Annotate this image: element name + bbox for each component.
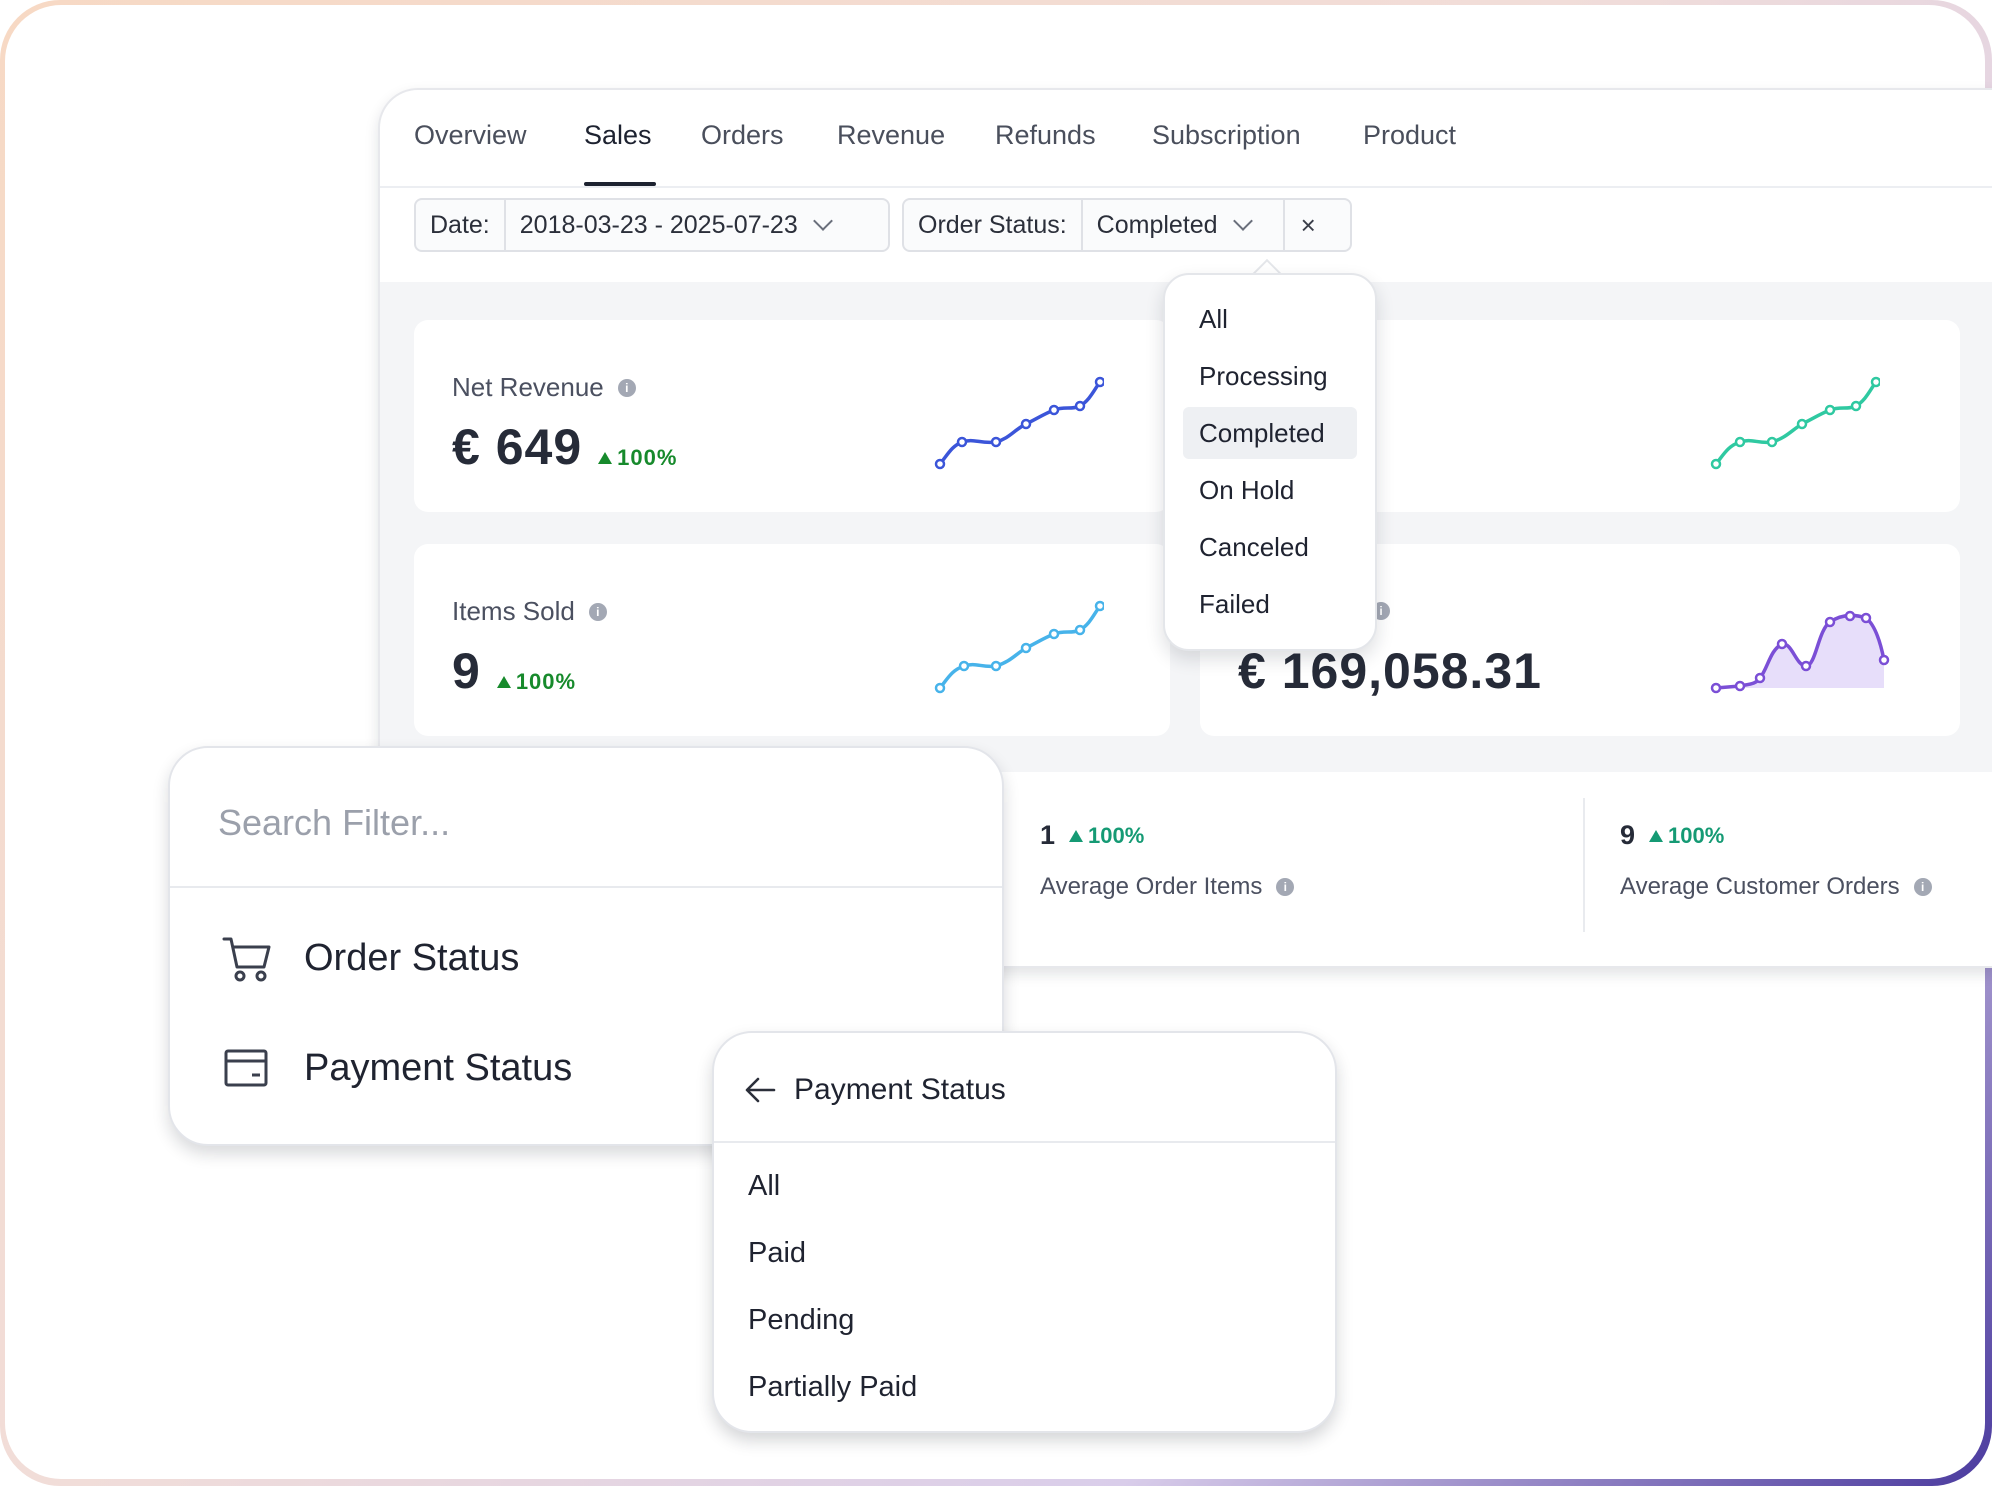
mini-stat-label-wrap: Average Order Items i [1040, 873, 1295, 901]
mini-stat-value: 1 [1040, 820, 1056, 850]
date-filter-value-wrap: 2018-03-23 - 2025-07-23 [503, 200, 844, 250]
date-filter[interactable]: Date: 2018-03-23 - 2025-07-23 [414, 198, 890, 252]
delta-value: 100% [515, 669, 577, 694]
chevron-down-icon [1232, 211, 1253, 231]
stat-card-value: 9 [452, 643, 481, 699]
delta-value: 100% [1668, 822, 1725, 848]
tab-revenue[interactable]: Revenue [837, 120, 945, 151]
stat-card-items-sold: Items Sold i 9 100% [414, 544, 1170, 736]
filter-option-label: Order Status [304, 936, 520, 979]
divider [1583, 798, 1585, 932]
order-status-filter-value-wrap[interactable]: Completed [1080, 200, 1283, 250]
payment-status-option-partially-paid[interactable]: Partially Paid [748, 1371, 917, 1404]
stat-card-label: Items Sold [452, 596, 575, 626]
active-tab-indicator [584, 182, 656, 186]
order-status-option-completed[interactable]: Completed [1183, 407, 1357, 459]
tab-sales[interactable]: Sales [584, 120, 652, 151]
order-status-option-failed[interactable]: Failed [1183, 578, 1357, 630]
payment-status-option-pending[interactable]: Pending [748, 1304, 854, 1337]
payment-status-option-all[interactable]: All [748, 1170, 780, 1203]
order-status-option-processing[interactable]: Processing [1183, 350, 1357, 402]
clear-filter-button[interactable]: × [1282, 200, 1332, 250]
stat-card-label: Net Revenue [452, 372, 604, 402]
tab-orders[interactable]: Orders [701, 120, 784, 151]
order-status-filter-label: Order Status: [918, 210, 1067, 239]
stat-card-label-wrap: Items Sold i [452, 596, 607, 627]
tab-refunds[interactable]: Refunds [995, 120, 1096, 151]
mini-stat-value-wrap: 1 100% [1040, 820, 1294, 851]
back-arrow-icon[interactable] [744, 1076, 776, 1104]
stat-card-net-revenue: Net Revenue i € 649 100% [414, 320, 1170, 512]
filter-option-order-status[interactable]: Order Status [220, 928, 519, 988]
payment-status-title: Payment Status [794, 1073, 1006, 1106]
filter-option-payment-status[interactable]: Payment Status [220, 1038, 572, 1098]
sparkline-items-sold [934, 600, 1104, 694]
delta-value: 100% [617, 445, 678, 470]
delta-badge: 100% [1649, 823, 1724, 849]
trend-up-icon [1069, 829, 1084, 842]
delta-badge: 100% [496, 669, 577, 695]
date-filter-label: Date: [430, 210, 490, 239]
divider [714, 1141, 1335, 1143]
mini-stat-value-wrap: 9 100% [1620, 820, 1932, 851]
mini-stat-value: 9 [1620, 820, 1636, 850]
sparkline-bottom-right [1710, 610, 1890, 694]
mini-stat-avg-customer-orders: 9 100% Average Customer Orders i [1620, 820, 1932, 901]
info-icon[interactable]: i [1276, 878, 1295, 896]
tab-overview[interactable]: Overview [414, 120, 527, 151]
tab-bar: Overview Sales Orders Revenue Refunds Su… [380, 90, 1992, 188]
payment-status-panel: Payment Status All Paid Pending Partiall… [712, 1031, 1337, 1433]
sparkline-net-revenue [934, 376, 1104, 470]
stat-card-value: € 649 [452, 419, 583, 475]
payment-status-option-paid[interactable]: Paid [748, 1237, 806, 1270]
close-icon: × [1300, 209, 1316, 240]
info-icon[interactable]: i [1913, 878, 1932, 896]
mini-stat-avg-order-items: 1 100% Average Order Items i [1040, 820, 1295, 901]
delta-badge: 100% [1069, 823, 1144, 849]
trend-up-icon [598, 452, 613, 464]
trend-up-icon [496, 676, 511, 688]
order-status-option-all[interactable]: All [1183, 293, 1357, 345]
date-filter-value: 2018-03-23 - 2025-07-23 [519, 210, 798, 239]
order-status-option-on-hold[interactable]: On Hold [1183, 464, 1357, 516]
chevron-down-icon [812, 211, 833, 231]
mini-stat-label: Average Customer Orders [1620, 873, 1900, 900]
divider [170, 886, 1002, 888]
sparkline-top-right [1710, 376, 1880, 470]
stat-card-value-wrap: 9 100% [452, 642, 576, 700]
info-icon[interactable]: i [588, 602, 607, 621]
cart-icon [222, 937, 271, 982]
stat-card-label-wrap: Net Revenue i [452, 372, 636, 403]
search-filter-input[interactable] [218, 798, 938, 848]
order-status-option-canceled[interactable]: Canceled [1183, 521, 1357, 573]
order-status-dropdown: All Processing Completed On Hold Cancele… [1163, 273, 1377, 651]
payment-status-header: Payment Status [744, 1073, 1006, 1107]
delta-badge: 100% [598, 445, 677, 471]
tab-product[interactable]: Product [1363, 120, 1456, 151]
delta-value: 100% [1088, 822, 1145, 848]
mini-stat-label: Average Order Items [1040, 873, 1263, 900]
stat-card-value-wrap: € 649 100% [452, 418, 677, 476]
info-icon[interactable]: i [617, 378, 636, 397]
card-icon [224, 1049, 268, 1087]
trend-up-icon [1649, 829, 1664, 842]
filter-option-label: Payment Status [304, 1046, 573, 1089]
tab-subscription[interactable]: Subscription [1152, 120, 1301, 151]
order-status-filter-value: Completed [1096, 210, 1218, 239]
mini-stat-label-wrap: Average Customer Orders i [1620, 873, 1932, 901]
order-status-filter[interactable]: Order Status: Completed × [902, 198, 1352, 252]
